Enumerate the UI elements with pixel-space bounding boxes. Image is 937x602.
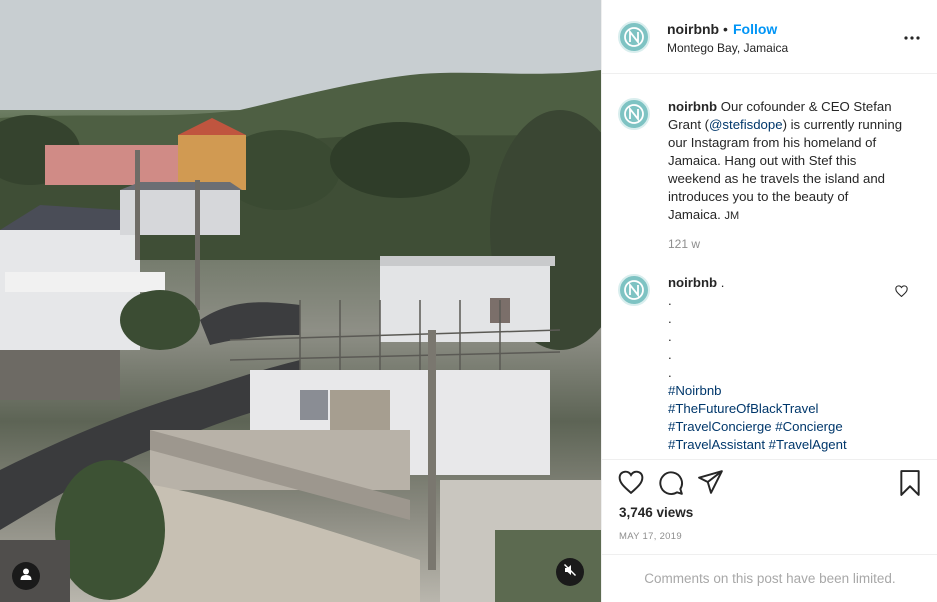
post-author-username[interactable]: noirbnb [667, 21, 719, 37]
hashtag-line: #TravelConcierge #Concierge [668, 418, 904, 436]
like-comment-heart-icon[interactable] [895, 284, 908, 302]
comments-limited-notice: Comments on this post have been limited. [644, 571, 896, 586]
follow-button[interactable]: Follow [733, 21, 777, 37]
caption-username[interactable]: noirbnb [668, 99, 717, 114]
hashtag-link[interactable]: #TravelAgent [769, 437, 847, 452]
hashtag-link[interactable]: #TravelConcierge [668, 419, 772, 434]
avatar[interactable] [618, 21, 650, 53]
paper-plane-icon[interactable] [698, 470, 724, 499]
mute-toggle-button[interactable] [556, 558, 584, 586]
muted-speaker-icon [563, 563, 577, 582]
comment-dot: . [668, 293, 672, 308]
hashtag-link[interactable]: #Concierge [775, 419, 842, 434]
post-media-video[interactable] [0, 0, 601, 602]
more-options-icon[interactable] [904, 27, 920, 45]
caption-age[interactable]: 121 w [668, 237, 700, 251]
hashtag-link[interactable]: #TravelAssistant [668, 437, 765, 452]
comment-icon[interactable] [658, 470, 684, 501]
caption-text: noirbnb Our cofounder & CEO Stefan Grant… [668, 98, 904, 225]
hashtag-link[interactable]: #TheFutureOfBlackTravel [668, 400, 904, 418]
caption-body-part2: ) is currently running our Instagram fro… [668, 117, 903, 222]
post-header: noirbnb • Follow Montego Bay, Jamaica [602, 0, 937, 74]
jamaica-scene-image [0, 0, 601, 602]
avatar[interactable] [618, 98, 650, 130]
noirbnb-logo-icon [624, 27, 644, 47]
separator-dot: • [723, 21, 728, 37]
post-date[interactable]: MAY 17, 2019 [619, 531, 682, 542]
noirbnb-logo-icon [624, 104, 644, 124]
comment-box-area: Comments on this post have been limited. [602, 554, 937, 602]
comment-dot: . [668, 329, 672, 344]
comment-dot: . [668, 347, 672, 362]
comment-dot: . [668, 311, 672, 326]
caption-signoff: JM [724, 210, 740, 222]
hashtag-link[interactable]: #Noirbnb [668, 382, 904, 400]
bookmark-icon[interactable] [898, 470, 922, 501]
user-icon [19, 567, 33, 586]
noirbnb-logo-icon [624, 280, 644, 300]
avatar[interactable] [618, 274, 650, 306]
comment-text: noirbnb . . . . . . #Noirbnb #TheFutureO… [668, 274, 904, 454]
hashtag-line: #TravelAssistant #TravelAgent [668, 436, 904, 454]
user-tags-button[interactable] [12, 562, 40, 590]
post-location[interactable]: Montego Bay, Jamaica [667, 41, 788, 55]
comment-username[interactable]: noirbnb [668, 275, 717, 290]
post-details-panel: noirbnb • Follow Montego Bay, Jamaica no… [601, 0, 937, 602]
mention-link[interactable]: @stefisdope [709, 117, 783, 132]
post-actions: 3,746 views MAY 17, 2019 Comments on thi… [602, 459, 937, 602]
view-count[interactable]: 3,746 views [619, 505, 693, 520]
comments-list[interactable]: noirbnb Our cofounder & CEO Stefan Grant… [602, 74, 937, 459]
comment-dot: . [668, 365, 672, 380]
heart-icon[interactable] [618, 470, 644, 499]
